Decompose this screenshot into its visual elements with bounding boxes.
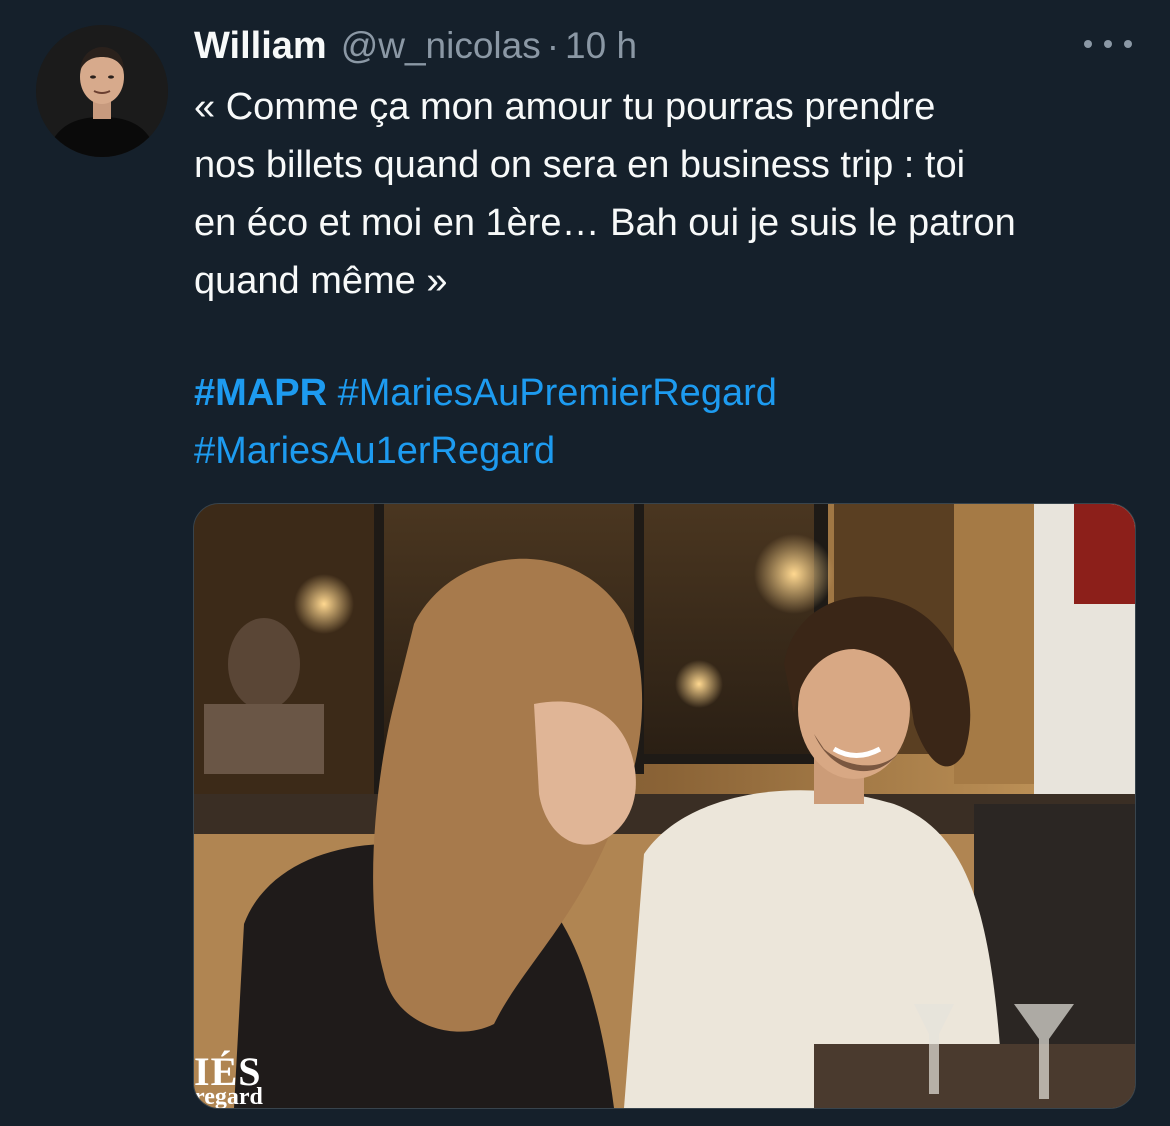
tweet-header: William @w_nicolas · 10 h [194,20,637,72]
more-dot [1124,40,1132,48]
separator-dot: · [546,25,560,66]
hashtag-mariesau1erregard[interactable]: #MariesAu1erRegard [194,430,555,472]
tweet-media[interactable]: IÉS regard [193,503,1136,1109]
more-horizontal-icon[interactable] [1084,28,1132,60]
hashtag-mariesaupremierregard[interactable]: #MariesAuPremierRegard [338,372,777,414]
hashtag-mapr[interactable]: #MAPR [194,372,327,414]
tweet[interactable]: William @w_nicolas · 10 h « Comme ça mon… [0,0,1170,1126]
more-dot [1084,40,1092,48]
tweet-text-line: quand même » [194,260,448,302]
tweet-text-line: en éco et moi en 1ère… Bah oui je suis l… [194,202,1016,244]
more-dot [1104,40,1112,48]
profile-photo [36,25,168,157]
watermark-sub: regard [194,1084,263,1109]
tweet-text: « Comme ça mon amour tu pourras prendre … [194,78,1154,310]
display-name[interactable]: William [194,25,327,68]
handle[interactable]: @w_nicolas [341,25,541,67]
restaurant-scene-image [194,504,1135,1108]
show-watermark-logo: IÉS regard [194,1028,304,1108]
hashtag-line: #MariesAu1erRegard [194,422,1154,480]
tweet-text-line: nos billets quand on sera en business tr… [194,144,966,186]
tweet-text-line: « Comme ça mon amour tu pourras prendre [194,86,936,128]
hashtag-line: #MAPR #MariesAuPremierRegard [194,364,1154,422]
avatar[interactable] [36,25,168,157]
hashtags: #MAPR #MariesAuPremierRegard #MariesAu1e… [194,364,1154,480]
timestamp[interactable]: 10 h [565,25,637,67]
